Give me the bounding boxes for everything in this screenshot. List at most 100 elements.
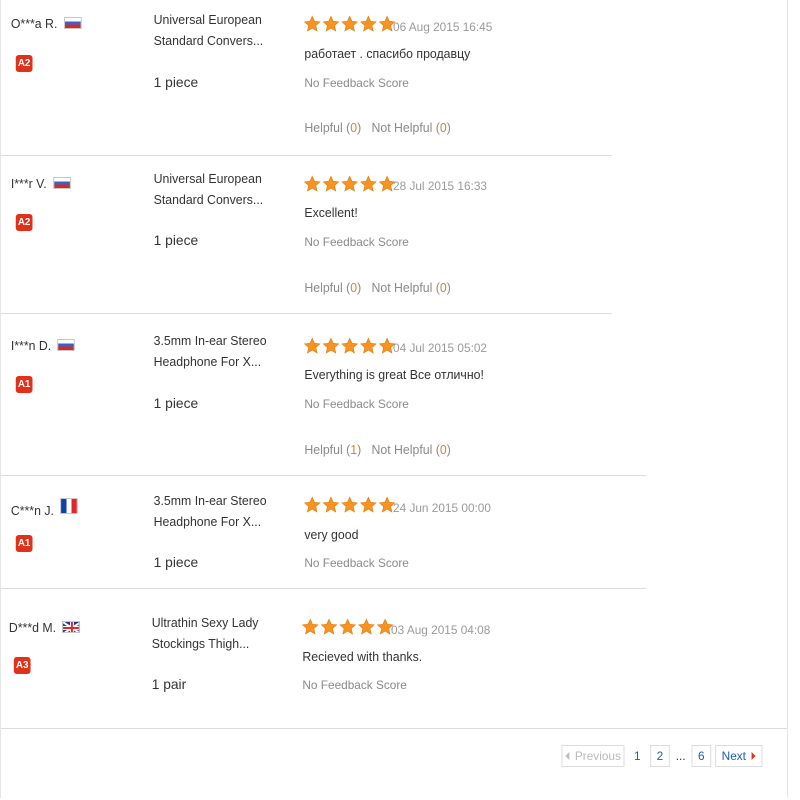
star-icon	[303, 175, 321, 192]
star-icon	[359, 15, 377, 32]
helpful-count: 0	[350, 121, 358, 135]
divider	[0, 728, 788, 729]
feedback-score: No Feedback Score	[302, 678, 407, 692]
not-helpful-count: 0	[439, 443, 447, 457]
helpful-row: Helpful (1) Not Helpful (0)	[304, 443, 450, 457]
russia-flag-icon	[57, 339, 76, 351]
rating-stars	[303, 337, 396, 355]
feedback-score: No Feedback Score	[304, 556, 409, 570]
not-helpful-link[interactable]: Not Helpful (0)	[371, 443, 450, 457]
not-helpful-label: Not Helpful	[371, 281, 433, 295]
reviewer: D***d M.	[8, 621, 81, 635]
rating-stars	[301, 618, 394, 636]
star-icon	[339, 618, 357, 635]
russia-flag-icon	[63, 17, 82, 29]
divider	[0, 313, 612, 314]
helpful-link[interactable]: Helpful (0)	[304, 121, 361, 135]
review-text: very good	[304, 528, 359, 542]
helpful-link[interactable]: Helpful (0)	[304, 281, 361, 295]
page-1-current: 1	[628, 745, 647, 767]
product-name[interactable]: Universal European Standard Convers...	[154, 169, 282, 211]
helpful-count: 0	[350, 281, 358, 295]
review-date: 06 Aug 2015 16:45	[393, 20, 493, 34]
star-icon	[358, 618, 375, 635]
reviewer: I***r V.	[11, 177, 71, 191]
buyer-level-badge: A2	[15, 55, 33, 72]
buyer-level-badge: A1	[15, 535, 33, 552]
review-text: Everything is great Все отлично!	[304, 368, 484, 382]
star-icon	[303, 496, 321, 513]
product-name[interactable]: 3.5mm In-ear Stereo Headphone For X...	[154, 331, 282, 373]
star-icon	[341, 496, 359, 513]
buyer-level-badge: A3	[13, 657, 31, 674]
reviewer-name: I***r V.	[10, 177, 47, 191]
star-icon	[322, 15, 340, 32]
chevron-right-icon	[751, 752, 756, 760]
reviewer: I***n D.	[11, 339, 76, 353]
review-date: 04 Jul 2015 05:02	[393, 341, 488, 355]
quantity: 1 piece	[153, 74, 199, 90]
russia-flag-icon	[53, 177, 71, 189]
helpful-row: Helpful (0) Not Helpful (0)	[304, 281, 450, 295]
helpful-label: Helpful	[304, 443, 343, 457]
feedback-score: No Feedback Score	[304, 235, 409, 249]
star-icon	[303, 15, 321, 32]
pagination-ellipsis: ...	[675, 749, 686, 763]
star-icon	[359, 337, 377, 354]
pagination: Previous 1 2 ... 6 Next	[561, 744, 766, 768]
helpful-row: Helpful (0) Not Helpful (0)	[304, 121, 450, 135]
france-flag-icon	[60, 498, 79, 514]
reviewer-name: I***n D.	[10, 339, 52, 353]
page-6-button[interactable]: 6	[691, 745, 712, 767]
previous-page-button[interactable]: Previous	[561, 745, 625, 767]
product-name[interactable]: 3.5mm In-ear Stereo Headphone For X...	[154, 491, 282, 533]
star-icon	[341, 337, 359, 354]
uk-flag-icon	[62, 621, 81, 633]
divider	[0, 155, 612, 156]
product-name[interactable]: Universal European Standard Convers...	[154, 10, 282, 52]
star-icon	[320, 618, 338, 635]
review-text: работает . спасибо продавцу	[304, 47, 471, 61]
review-date: 28 Jul 2015 16:33	[393, 179, 488, 193]
rating-stars	[303, 15, 396, 33]
not-helpful-link[interactable]: Not Helpful (0)	[371, 281, 450, 295]
review-text: Excellent!	[304, 206, 358, 220]
not-helpful-link[interactable]: Not Helpful (0)	[371, 121, 450, 135]
product-name[interactable]: Ultrathin Sexy Lady Stockings Thigh...	[152, 613, 280, 655]
star-icon	[303, 337, 321, 354]
star-icon	[301, 618, 319, 635]
buyer-level-badge: A1	[15, 376, 33, 393]
review-date: 03 Aug 2015 04:08	[391, 623, 491, 637]
page-2-button[interactable]: 2	[650, 745, 670, 767]
next-label: Next	[721, 749, 746, 763]
reviewer-name: C***n J.	[10, 504, 54, 518]
divider	[0, 475, 647, 476]
rating-stars	[303, 175, 396, 193]
next-page-button[interactable]: Next	[715, 745, 763, 767]
star-icon	[359, 175, 377, 192]
not-helpful-label: Not Helpful	[371, 443, 433, 457]
reviewer-name: D***d M.	[8, 621, 57, 635]
helpful-label: Helpful	[304, 281, 343, 295]
star-icon	[322, 175, 340, 192]
reviewer-name: O***a R.	[10, 17, 58, 31]
review-date: 24 Jun 2015 00:00	[393, 501, 491, 515]
not-helpful-label: Not Helpful	[371, 121, 433, 135]
helpful-link[interactable]: Helpful (1)	[304, 443, 361, 457]
quantity: 1 piece	[153, 232, 199, 248]
rating-stars	[303, 496, 396, 514]
previous-label: Previous	[574, 749, 621, 763]
not-helpful-count: 0	[439, 121, 447, 135]
buyer-level-badge: A2	[15, 214, 33, 231]
star-icon	[341, 175, 359, 192]
star-icon	[322, 496, 340, 513]
helpful-count: 1	[350, 443, 358, 457]
reviewer: C***n J.	[10, 498, 79, 518]
reviewer: O***a R.	[11, 17, 82, 31]
feedback-score: No Feedback Score	[304, 397, 409, 411]
reviews-panel: O***a R. A2 Universal European Standard …	[0, 0, 788, 798]
star-icon	[341, 15, 359, 32]
star-icon	[322, 337, 340, 354]
quantity: 1 piece	[153, 395, 199, 411]
divider	[0, 588, 647, 589]
